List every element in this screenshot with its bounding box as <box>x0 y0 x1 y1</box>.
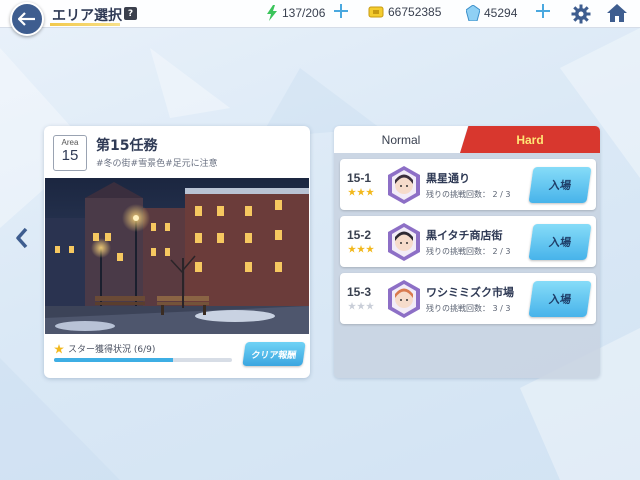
clear-reward-label: クリア報酬 <box>250 350 297 361</box>
area-badge-label: Area <box>61 138 79 147</box>
star-icon <box>348 245 356 253</box>
stage-name: ワシミミズク市場 <box>426 286 514 299</box>
star-icon <box>366 188 374 196</box>
stage-attempts: 残りの挑戦回数： 2 / 3 <box>426 247 511 256</box>
star-icon <box>357 245 365 253</box>
star-icon <box>366 302 374 310</box>
star-icon <box>366 245 374 253</box>
gear-icon[interactable] <box>571 4 591 24</box>
area-card: Area 15 第15任務 #冬の街#雪景色#足元に注意 スター獲得状況 (6/… <box>44 126 310 378</box>
stage-row[interactable]: 15-3 ワシミミズク市場残りの挑戦回数： 3 / 3 入場 <box>340 273 596 324</box>
back-arrow-icon <box>18 12 35 26</box>
stage-stars <box>348 188 374 196</box>
star-icon <box>357 188 365 196</box>
gem-plus-icon[interactable] <box>535 3 551 19</box>
title-underline <box>50 23 120 26</box>
area-badge: Area 15 <box>53 135 87 171</box>
enter-button[interactable]: 入場 <box>528 224 592 260</box>
star-status-text: スター獲得状況 (6/9) <box>68 345 156 355</box>
stage-stars <box>348 302 374 310</box>
tab-normal[interactable]: Normal <box>334 126 468 153</box>
mission-title: 第15任務 <box>96 138 158 154</box>
stage-attempts: 残りの挑戦回数： 2 / 3 <box>426 190 511 199</box>
student-portrait-icon <box>388 166 420 204</box>
stage-attempts: 残りの挑戦回数： 3 / 3 <box>426 304 511 313</box>
stamina-bolt-icon <box>267 5 277 21</box>
coin-counter: 66752385 <box>368 5 441 19</box>
stage-panel: Normal Hard 15-1 黒星通り 残りの挑戦回数： 2 / 3 入場 15-2… <box>334 126 600 378</box>
star-icon <box>348 188 356 196</box>
gem-icon <box>466 5 480 21</box>
area-illustration <box>45 178 309 334</box>
stamina-counter: 137/206 <box>266 5 325 21</box>
coin-ticket-icon <box>368 6 384 18</box>
enter-button[interactable]: 入場 <box>528 281 592 317</box>
home-icon[interactable] <box>606 3 628 23</box>
star-progress-fill <box>54 358 174 362</box>
stamina-plus-icon[interactable] <box>333 3 349 19</box>
stage-code: 15-3 <box>347 285 372 299</box>
stage-code: 15-2 <box>347 228 372 242</box>
gem-counter: 45294 <box>466 5 517 21</box>
enter-button[interactable]: 入場 <box>528 167 592 203</box>
stage-stars <box>348 245 374 253</box>
area-badge-number: 15 <box>61 147 79 164</box>
stage-name: 黒イタチ商店街 <box>426 229 503 242</box>
star-icon <box>348 302 356 310</box>
help-icon[interactable]: ? <box>124 7 137 20</box>
coin-value: 66752385 <box>388 5 442 19</box>
student-portrait-icon <box>388 223 420 261</box>
star-progress-bar <box>54 358 232 362</box>
star-icon <box>54 343 64 353</box>
stamina-value: 137/206 <box>282 6 326 20</box>
back-button[interactable] <box>10 2 44 36</box>
stage-row[interactable]: 15-2 黒イタチ商店街残りの挑戦回数： 2 / 3 入場 <box>340 216 596 267</box>
mission-tags: #冬の街#雪景色#足元に注意 <box>96 159 218 169</box>
chevron-left-icon[interactable] <box>14 226 30 250</box>
stage-row[interactable]: 15-1 黒星通り残りの挑戦回数： 2 / 3 入場 <box>340 159 596 210</box>
top-bar: エリア選択 ? 137/206 66752385 45294 <box>0 0 640 28</box>
stage-name: 黒星通り <box>426 172 470 185</box>
tab-hard[interactable]: Hard <box>460 126 600 153</box>
student-portrait-icon <box>388 280 420 318</box>
gem-value: 45294 <box>484 6 518 20</box>
star-status: スター獲得状況 (6/9) <box>54 342 155 355</box>
page-title: エリア選択 <box>52 8 122 24</box>
clear-reward-button[interactable]: クリア報酬 <box>242 342 306 366</box>
stage-code: 15-1 <box>347 171 372 185</box>
star-icon <box>357 302 365 310</box>
